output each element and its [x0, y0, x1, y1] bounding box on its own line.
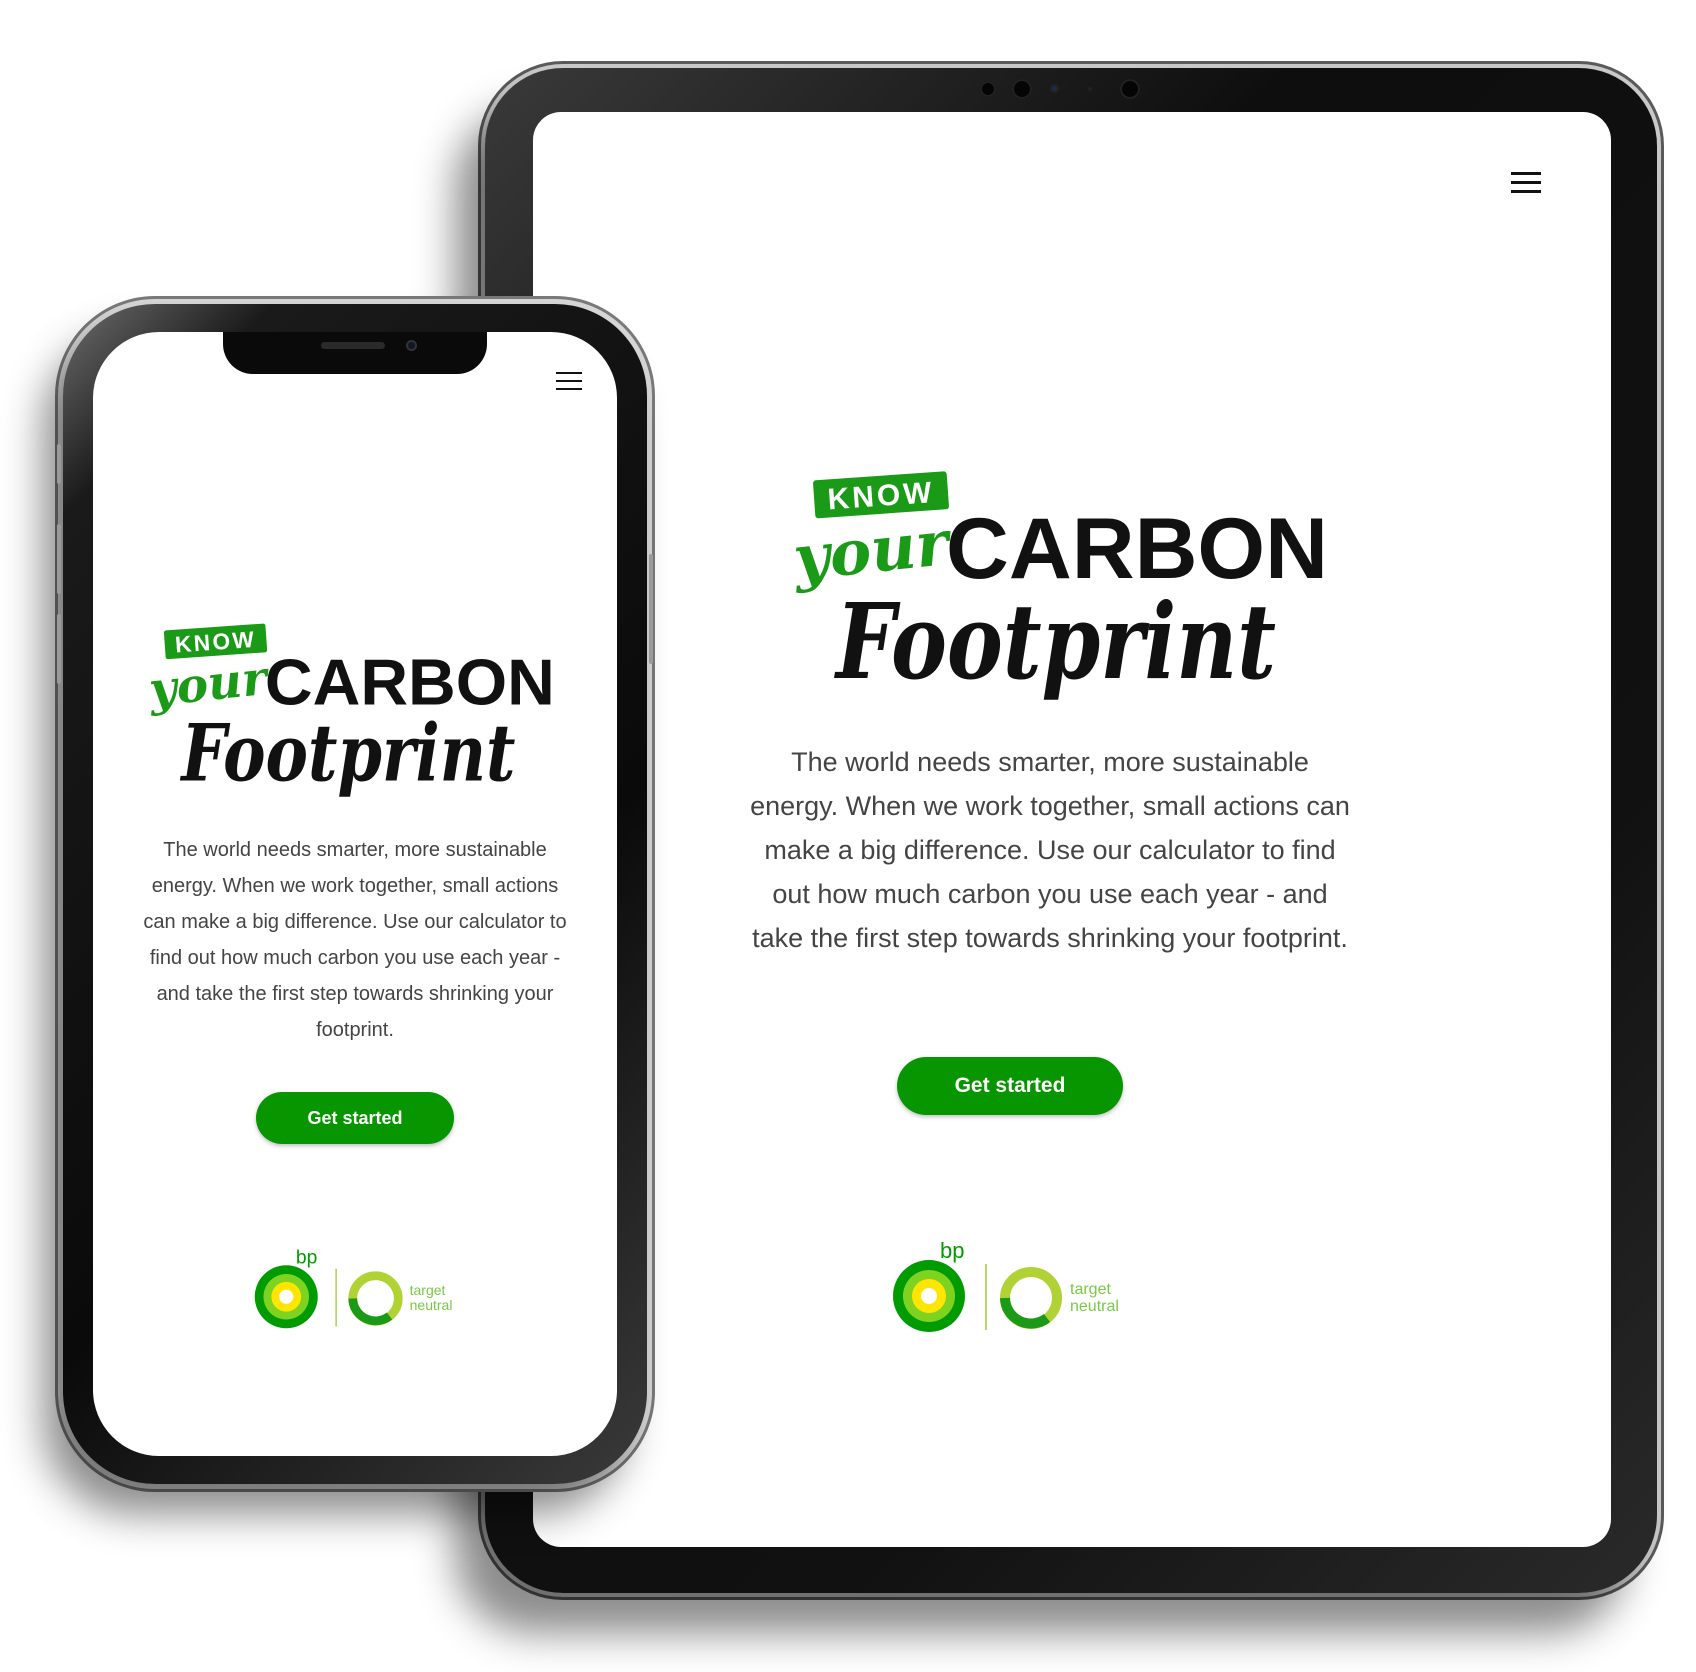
bp-wordmark: bp [940, 1238, 964, 1263]
tablet-device: KNOW your CARBON Footprint The world nee… [485, 68, 1657, 1593]
target-text: target [1070, 1281, 1111, 1298]
get-started-button[interactable]: Get started [897, 1057, 1123, 1115]
tablet-camera-bar [980, 77, 1150, 99]
logo-footprint-text: Footprint [180, 706, 516, 799]
bp-helios-icon [254, 1265, 318, 1329]
phone-screen: KNOW your CARBON Footprint The world nee… [93, 332, 617, 1456]
phone-device: KNOW your CARBON Footprint The world nee… [57, 304, 653, 1484]
know-your-carbon-footprint-logo: KNOW your CARBON Footprint [796, 470, 1336, 732]
target-neutral-icon [1000, 1267, 1062, 1329]
intro-text: The world needs smarter, more sustainabl… [750, 747, 1350, 953]
neutral-text: neutral [1070, 1298, 1119, 1315]
bp-target-neutral-logo: bp target neutral [253, 1244, 463, 1332]
neutral-text: neutral [410, 1297, 453, 1313]
phone-notch [223, 332, 487, 374]
bp-helios-icon [893, 1260, 965, 1332]
bp-target-neutral-logo: bp target neutral [891, 1236, 1131, 1336]
target-neutral-icon [348, 1271, 403, 1326]
bp-wordmark: bp [296, 1248, 317, 1269]
target-text: target [410, 1282, 446, 1298]
intro-text: The world needs smarter, more sustainabl… [143, 839, 567, 1041]
tablet-screen: KNOW your CARBON Footprint The world nee… [533, 112, 1611, 1547]
logo-footprint-text: Footprint [834, 580, 1276, 703]
get-started-button[interactable]: Get started [256, 1092, 454, 1144]
hamburger-menu-icon[interactable] [556, 372, 582, 390]
know-your-carbon-footprint-logo: KNOW your CARBON Footprint [151, 622, 561, 822]
hamburger-menu-icon[interactable] [1511, 172, 1541, 194]
